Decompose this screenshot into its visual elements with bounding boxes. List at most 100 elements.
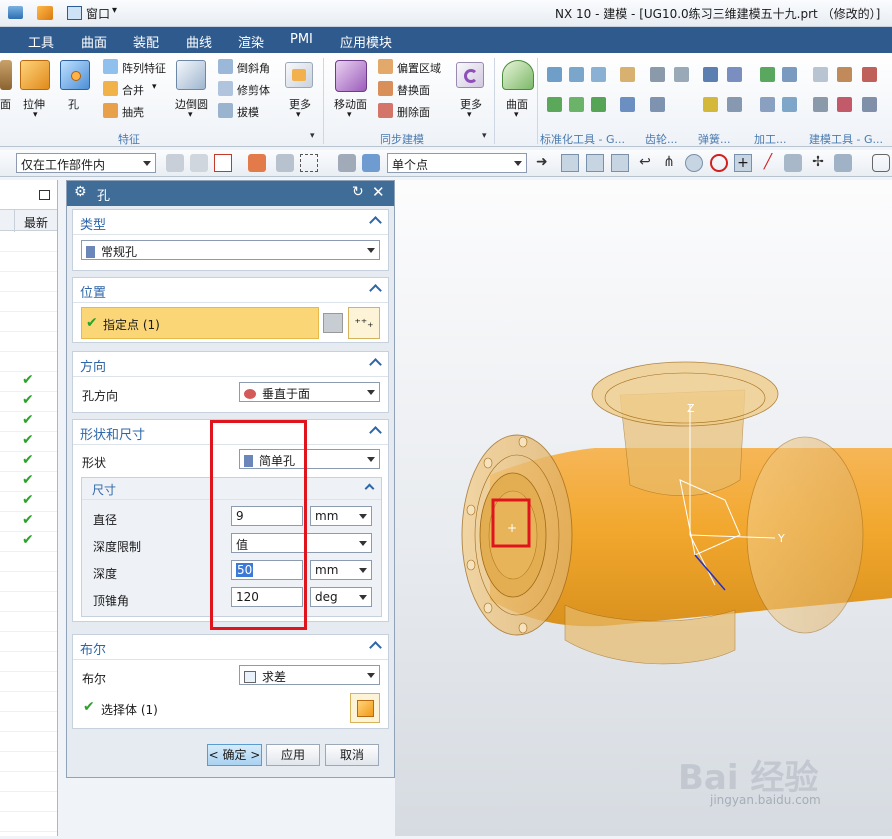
view-icon[interactable] xyxy=(872,154,890,172)
gc-tool-8-icon[interactable] xyxy=(620,97,635,112)
snap-on-face-icon[interactable] xyxy=(784,154,802,172)
snap-existing-point-icon[interactable]: + xyxy=(734,154,752,172)
section-position-header[interactable]: 位置 xyxy=(73,278,388,303)
draft-icon[interactable] xyxy=(218,103,233,118)
nav-row[interactable] xyxy=(0,712,57,732)
nav-row[interactable]: ✔ xyxy=(0,452,57,472)
delete-face-icon[interactable] xyxy=(378,103,393,118)
pick-icon[interactable] xyxy=(248,154,266,172)
menu-pmi[interactable]: PMI xyxy=(290,32,313,47)
top-flange[interactable] xyxy=(591,361,779,427)
nav-row[interactable]: ✔ xyxy=(0,512,57,532)
offset-region-icon[interactable] xyxy=(378,59,393,74)
pipe-fitting-model[interactable]: Z Y + xyxy=(395,180,892,836)
select-icon[interactable] xyxy=(276,154,294,172)
nav-row[interactable] xyxy=(0,292,57,312)
chevron-down-icon[interactable]: ▾ xyxy=(112,5,117,16)
gear-icon[interactable]: ⚙ xyxy=(74,184,87,200)
window-icon[interactable] xyxy=(67,6,82,20)
menu-assembly[interactable]: 装配 xyxy=(133,32,159,51)
ok-button[interactable]: < 确定 > xyxy=(207,744,262,766)
modeling-tool-4-icon[interactable] xyxy=(813,97,828,112)
chevron-down-icon[interactable]: ▾ xyxy=(514,110,519,120)
select-body-label[interactable]: 选择体 (1) xyxy=(101,701,158,718)
reset-icon[interactable]: ↻ xyxy=(352,184,364,200)
snap-midpoint-icon[interactable] xyxy=(611,154,629,172)
cancel-button[interactable]: 取消 xyxy=(325,744,379,766)
more-sync-icon[interactable] xyxy=(456,62,484,88)
filter-icon[interactable] xyxy=(166,154,184,172)
apply-button[interactable]: 应用 xyxy=(266,744,320,766)
nav-row[interactable] xyxy=(0,812,57,832)
depth-unit-dropdown[interactable]: mm xyxy=(310,560,372,580)
gc-tool-2-icon[interactable] xyxy=(569,67,584,82)
tip-angle-unit-dropdown[interactable]: deg xyxy=(310,587,372,607)
modeling-tool-6-icon[interactable] xyxy=(862,97,877,112)
eraser-icon[interactable] xyxy=(338,154,356,172)
nav-row[interactable] xyxy=(0,612,57,632)
unite-icon[interactable] xyxy=(103,81,118,96)
nav-row[interactable] xyxy=(0,252,57,272)
hole-label[interactable]: 孔 xyxy=(68,96,79,112)
nav-row[interactable]: ✔ xyxy=(0,472,57,492)
snap-quadrant-icon[interactable] xyxy=(710,154,728,172)
spring-tool-4-icon[interactable] xyxy=(727,97,742,112)
gear-tool-2-icon[interactable] xyxy=(674,67,689,82)
gc-tool-1-icon[interactable] xyxy=(547,67,562,82)
more-feature-icon[interactable] xyxy=(285,62,313,88)
trim-body-label[interactable]: 修剪体 xyxy=(237,82,270,98)
nav-row[interactable] xyxy=(0,272,57,292)
spring-tool-1-icon[interactable] xyxy=(703,67,718,82)
nav-row[interactable] xyxy=(0,652,57,672)
snap-grid-icon[interactable] xyxy=(834,154,852,172)
sketch-icon[interactable] xyxy=(323,313,343,333)
replace-face-icon[interactable] xyxy=(378,81,393,96)
gc-tool-4-icon[interactable] xyxy=(620,67,635,82)
machining-tool-3-icon[interactable] xyxy=(760,97,775,112)
snap-enable-icon[interactable] xyxy=(561,154,579,172)
trim-body-icon[interactable] xyxy=(218,81,233,96)
menu-render[interactable]: 渲染 xyxy=(238,32,264,51)
snap-center-icon[interactable] xyxy=(685,154,703,172)
specify-point-row[interactable]: ✔ 指定点 (1) xyxy=(81,307,319,339)
section-direction-header[interactable]: 方向 xyxy=(73,352,388,377)
nav-row[interactable]: ✔ xyxy=(0,392,57,412)
nav-row[interactable]: ✔ xyxy=(0,532,57,552)
chamfer-label[interactable]: 倒斜角 xyxy=(237,60,270,76)
window-menu[interactable]: 窗口 xyxy=(86,5,110,22)
chevron-down-icon[interactable]: ▾ xyxy=(347,110,352,120)
nav-row[interactable] xyxy=(0,312,57,332)
shell-icon[interactable] xyxy=(103,103,118,118)
graphics-viewport[interactable]: Z Y + Bai 经验 jingyan.baidu.com xyxy=(395,180,892,836)
move-face-icon[interactable] xyxy=(335,60,367,92)
edge-blend-icon[interactable] xyxy=(176,60,206,90)
menu-application[interactable]: 应用模块 xyxy=(340,32,392,51)
chevron-down-icon[interactable]: ▾ xyxy=(33,110,38,120)
snap-endpoint-icon[interactable] xyxy=(586,154,604,172)
snap-intersection-icon[interactable]: ⋔ xyxy=(660,154,678,172)
chevron-down-icon[interactable]: ▾ xyxy=(152,82,157,92)
col-latest[interactable]: 最新 xyxy=(24,214,48,231)
offset-region-label[interactable]: 偏置区域 xyxy=(397,60,441,76)
draft-label[interactable]: 拔模 xyxy=(237,104,259,120)
chevron-down-icon[interactable]: ▾ xyxy=(296,110,301,120)
hole-direction-dropdown[interactable]: 垂直于面 xyxy=(239,382,380,402)
nav-row[interactable] xyxy=(0,632,57,652)
hole-icon[interactable] xyxy=(60,60,90,90)
chevron-down-icon[interactable]: ▾ xyxy=(188,110,193,120)
machining-tool-2-icon[interactable] xyxy=(782,67,797,82)
nav-row[interactable] xyxy=(0,592,57,612)
nav-row[interactable] xyxy=(0,792,57,812)
section-boolean-header[interactable]: 布尔 xyxy=(73,635,388,660)
face-icon[interactable] xyxy=(0,60,12,90)
gc-tool-3-icon[interactable] xyxy=(591,67,606,82)
right-flange[interactable] xyxy=(746,436,864,634)
nav-row[interactable] xyxy=(0,332,57,352)
nav-row[interactable] xyxy=(0,352,57,372)
select-body-icon[interactable] xyxy=(350,693,380,723)
quick-access-icon[interactable] xyxy=(8,6,23,19)
nav-row[interactable] xyxy=(0,232,57,252)
gear-tool-3-icon[interactable] xyxy=(650,97,665,112)
hole-type-dropdown[interactable]: 常规孔 xyxy=(81,240,380,260)
nav-row[interactable]: ✔ xyxy=(0,432,57,452)
